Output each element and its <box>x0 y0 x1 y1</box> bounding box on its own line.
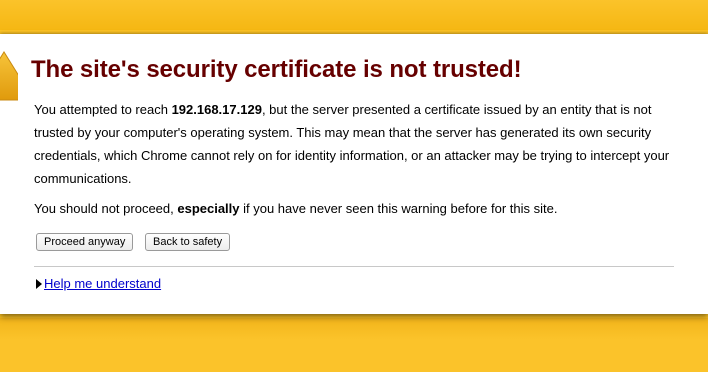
disclosure-triangle-icon[interactable] <box>36 279 42 289</box>
back-to-safety-button[interactable]: Back to safety <box>145 233 231 251</box>
help-section: Help me understand <box>36 276 161 292</box>
top-background-band <box>0 0 708 30</box>
warning-icon <box>0 50 18 108</box>
advice-emphasis: especially <box>177 201 240 216</box>
bottom-background-band <box>0 318 708 372</box>
page-title: The site's security certificate is not t… <box>31 56 522 83</box>
proceed-anyway-button[interactable]: Proceed anyway <box>36 233 134 251</box>
section-divider <box>34 266 674 267</box>
advice-text-end: if you have never seen this warning befo… <box>239 201 558 216</box>
help-me-understand-link[interactable]: Help me understand <box>44 276 161 291</box>
target-host: 192.168.17.129 <box>171 102 262 117</box>
advice-text-start: You should not proceed, <box>34 201 178 216</box>
explanation-text-start: You attempted to reach <box>34 102 172 117</box>
advice-paragraph: You should not proceed, especially if yo… <box>34 197 684 220</box>
explanation-paragraph: You attempted to reach 192.168.17.129, b… <box>34 98 684 190</box>
